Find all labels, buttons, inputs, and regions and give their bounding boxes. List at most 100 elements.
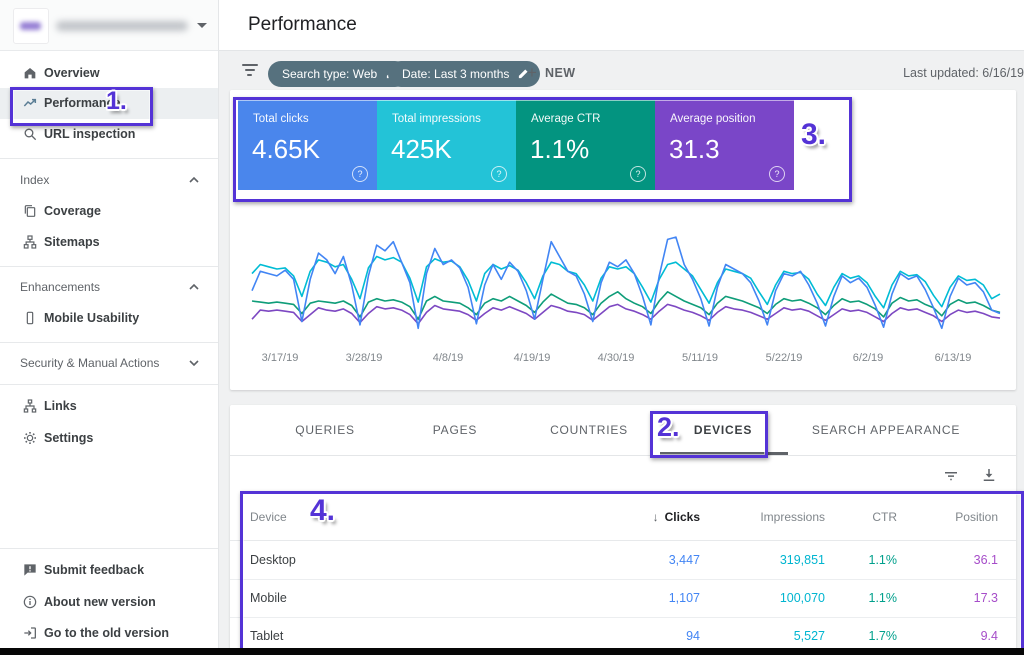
table-row-mobile[interactable]: Mobile 1,107 100,070 1.1% 17.3 xyxy=(230,579,1016,618)
column-header-impressions[interactable]: Impressions xyxy=(760,510,825,524)
sidebar-item-url-inspection[interactable]: URL inspection xyxy=(0,119,218,150)
average-position-card[interactable]: Average position 31.3 ? xyxy=(655,100,794,190)
x-axis-tick: 4/30/19 xyxy=(598,352,635,364)
sidebar-item-links[interactable]: Links xyxy=(0,391,218,422)
chart-line-average-position xyxy=(252,304,1000,323)
position-cell: 36.1 xyxy=(974,553,998,567)
sidebar-item-label: Settings xyxy=(44,431,93,445)
property-domain-blurred xyxy=(56,21,188,31)
gear-icon xyxy=(22,430,38,446)
position-cell: 9.4 xyxy=(981,629,998,643)
search-icon xyxy=(22,126,38,142)
info-icon xyxy=(22,594,38,610)
sidebar-divider xyxy=(0,266,218,267)
x-axis-tick: 3/28/19 xyxy=(346,352,383,364)
table-filter-icon[interactable] xyxy=(942,466,960,484)
sidebar-item-label: Performance xyxy=(44,96,120,110)
tab-countries[interactable]: COUNTRIES xyxy=(550,423,628,437)
download-icon[interactable] xyxy=(980,466,998,484)
x-axis-tick: 6/2/19 xyxy=(853,352,884,364)
sidebar-divider xyxy=(0,548,218,549)
tab-pages[interactable]: PAGES xyxy=(433,423,477,437)
total-impressions-card[interactable]: Total impressions 425K ? xyxy=(377,100,516,190)
new-filter-button[interactable]: + NEW xyxy=(527,64,576,81)
card-value: 31.3 xyxy=(669,134,720,165)
sidebar-item-label: Submit feedback xyxy=(44,563,144,577)
performance-line-chart[interactable] xyxy=(248,220,1004,348)
sidebar-item-label: URL inspection xyxy=(44,127,135,141)
tab-queries[interactable]: QUERIES xyxy=(295,423,355,437)
pages-icon xyxy=(22,203,38,219)
clicks-cell: 1,107 xyxy=(669,591,700,605)
chevron-up-icon[interactable] xyxy=(188,282,200,292)
tab-search-appearance[interactable]: SEARCH APPEARANCE xyxy=(812,423,960,437)
sidebar-divider xyxy=(0,158,218,159)
plus-icon: + xyxy=(527,64,537,81)
date-range-chip[interactable]: Date: Last 3 months xyxy=(388,61,540,87)
sidebar-section-enhancements[interactable]: Enhancements xyxy=(0,275,218,299)
sidebar-item-label: Mobile Usability xyxy=(44,311,139,325)
column-header-clicks[interactable]: ↓Clicks xyxy=(653,510,700,524)
help-icon[interactable]: ? xyxy=(491,166,507,182)
ctr-cell: 1.7% xyxy=(869,629,898,643)
tab-devices[interactable]: DEVICES xyxy=(694,423,752,437)
links-icon xyxy=(22,398,38,414)
sidebar-section-security[interactable]: Security & Manual Actions xyxy=(0,351,218,375)
impressions-cell: 319,851 xyxy=(780,553,825,567)
sidebar-item-coverage[interactable]: Coverage xyxy=(0,196,218,227)
sidebar-item-go-old-version[interactable]: Go to the old version xyxy=(0,618,218,649)
sitemap-icon xyxy=(22,234,38,250)
column-header-position[interactable]: Position xyxy=(955,510,998,524)
section-label: Index xyxy=(20,173,49,187)
column-header-device[interactable]: Device xyxy=(250,510,287,524)
search-console-app: Overview Performance URL inspection Inde… xyxy=(0,0,1024,655)
property-caret-icon[interactable] xyxy=(197,23,207,28)
ctr-cell: 1.1% xyxy=(869,553,898,567)
help-icon[interactable]: ? xyxy=(769,166,785,182)
total-clicks-card[interactable]: Total clicks 4.65K ? xyxy=(238,100,377,190)
table-header-row: Device ↓Clicks Impressions CTR Position xyxy=(230,495,1016,541)
sidebar-item-performance[interactable]: Performance xyxy=(0,88,218,119)
property-logo xyxy=(13,8,49,44)
chevron-up-icon[interactable] xyxy=(188,175,200,185)
card-label: Total clicks xyxy=(253,113,309,125)
help-icon[interactable]: ? xyxy=(352,166,368,182)
average-ctr-card[interactable]: Average CTR 1.1% ? xyxy=(516,100,655,190)
card-label: Total impressions xyxy=(392,113,481,125)
sidebar-item-overview[interactable]: Overview xyxy=(0,58,218,89)
filter-list-icon[interactable] xyxy=(242,64,260,78)
sidebar-item-submit-feedback[interactable]: Submit feedback xyxy=(0,555,218,586)
home-icon xyxy=(22,65,38,81)
main-header: Performance xyxy=(218,0,1024,51)
sidebar-item-label: Links xyxy=(44,399,77,413)
smartphone-icon xyxy=(22,310,38,326)
help-icon[interactable]: ? xyxy=(630,166,646,182)
sidebar-item-about-new-version[interactable]: About new version xyxy=(0,587,218,618)
feedback-icon xyxy=(22,562,38,578)
sidebar-section-index[interactable]: Index xyxy=(0,168,218,192)
x-axis-tick: 4/19/19 xyxy=(514,352,551,364)
column-header-ctr[interactable]: CTR xyxy=(872,510,897,524)
sidebar-item-sitemaps[interactable]: Sitemaps xyxy=(0,227,218,258)
device-cell: Tablet xyxy=(250,629,283,643)
section-label: Enhancements xyxy=(20,280,100,294)
sidebar-item-label: About new version xyxy=(44,595,156,609)
x-axis-tick: 5/22/19 xyxy=(766,352,803,364)
clicks-cell: 94 xyxy=(686,629,700,643)
impressions-cell: 5,527 xyxy=(794,629,825,643)
x-axis-tick: 5/11/19 xyxy=(682,352,718,364)
sidebar-item-label: Coverage xyxy=(44,204,101,218)
card-value: 425K xyxy=(391,134,452,165)
device-cell: Desktop xyxy=(250,553,296,567)
sidebar-item-settings[interactable]: Settings xyxy=(0,423,218,454)
chevron-down-icon[interactable] xyxy=(188,358,200,368)
sidebar-item-label: Overview xyxy=(44,66,100,80)
sidebar-item-mobile-usability[interactable]: Mobile Usability xyxy=(0,303,218,334)
trending-up-icon xyxy=(22,95,38,111)
table-row-desktop[interactable]: Desktop 3,447 319,851 1.1% 36.1 xyxy=(230,541,1016,580)
new-label: NEW xyxy=(545,66,576,80)
property-selector[interactable] xyxy=(0,0,218,51)
device-cell: Mobile xyxy=(250,591,287,605)
filter-bar: Search type: Web Date: Last 3 months + N… xyxy=(218,50,1024,92)
sidebar-item-label: Go to the old version xyxy=(44,626,169,640)
